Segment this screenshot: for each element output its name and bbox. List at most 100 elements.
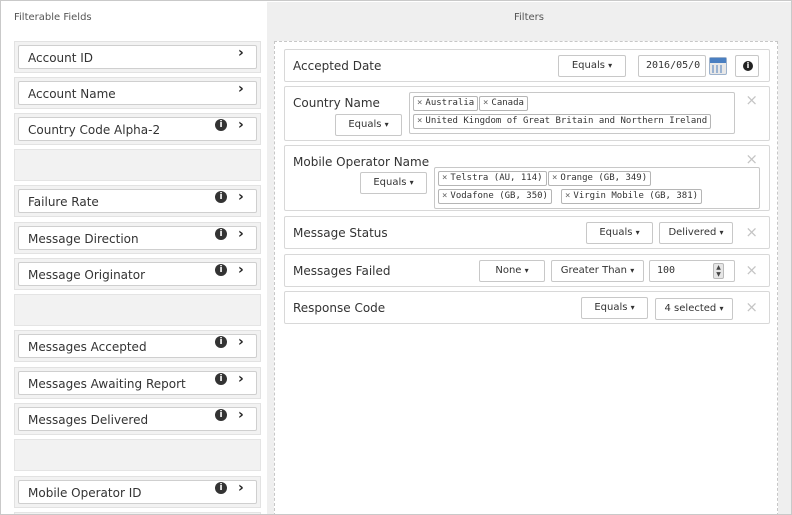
- info-icon: i: [743, 61, 753, 71]
- operator-dropdown[interactable]: Equals ▾: [581, 297, 648, 319]
- caret-down-icon: ▾: [409, 178, 414, 187]
- remove-tag-icon[interactable]: ×: [417, 116, 422, 126]
- operator-tag-box[interactable]: × Telstra (AU, 114) × Orange (GB, 349) × Vo…: [434, 167, 760, 209]
- field-messages-awaiting-report[interactable]: Messages Awaiting Report i ›: [14, 367, 261, 399]
- field-account-name[interactable]: Account Name ›: [14, 77, 261, 109]
- caret-down-icon: ▾: [524, 266, 529, 275]
- info-button[interactable]: i: [735, 55, 759, 77]
- spinner-arrows-icon[interactable]: ▲ ▼: [713, 263, 724, 279]
- chevron-right-icon[interactable]: ›: [238, 407, 250, 423]
- filter-response-code: Response Code Equals ▾ 4 selected ▾ ×: [284, 291, 770, 324]
- field-country-code-alpha-2[interactable]: Country Code Alpha-2 i ›: [14, 113, 261, 145]
- info-icon[interactable]: i: [215, 336, 227, 348]
- filter-name: Response Code: [293, 301, 386, 315]
- remove-filter-icon[interactable]: ×: [745, 300, 758, 315]
- chevron-right-icon[interactable]: ›: [238, 226, 250, 242]
- operator-label: Equals: [599, 227, 633, 238]
- remove-tag-icon[interactable]: ×: [483, 98, 488, 108]
- chevron-right-icon[interactable]: ›: [238, 117, 250, 133]
- caret-down-icon: ▾: [719, 228, 724, 237]
- field-placeholder: [14, 439, 261, 471]
- chevron-right-icon[interactable]: ›: [238, 334, 250, 350]
- field-label: Messages Accepted: [28, 340, 147, 354]
- filter-name: Messages Failed: [293, 264, 391, 278]
- tag-united-kingdom[interactable]: × United Kingdom of Great Britain and Nor…: [413, 114, 712, 129]
- operator-label: Greater Than: [560, 265, 627, 276]
- response-code-dropdown[interactable]: 4 selected ▾: [655, 298, 733, 320]
- filter-name: Mobile Operator Name: [293, 155, 430, 169]
- remove-filter-icon[interactable]: ×: [745, 225, 758, 240]
- operator-dropdown[interactable]: Equals ▾: [586, 222, 653, 244]
- field-label: Account Name: [28, 87, 116, 101]
- field-message-direction[interactable]: Message Direction i ›: [14, 222, 261, 254]
- tag-orange[interactable]: × Orange (GB, 349): [548, 171, 652, 186]
- field-placeholder: [14, 294, 261, 326]
- tag-canada[interactable]: × Canada: [479, 96, 528, 111]
- field-account-id[interactable]: Account ID ›: [14, 41, 261, 73]
- filter-message-status: Message Status Equals ▾ Delivered ▾ ×: [284, 216, 770, 249]
- field-message-originator[interactable]: Message Originator i ›: [14, 258, 261, 290]
- tag-telstra[interactable]: × Telstra (AU, 114): [438, 171, 547, 186]
- remove-filter-icon[interactable]: ×: [745, 152, 758, 167]
- remove-tag-icon[interactable]: ×: [565, 191, 570, 201]
- country-tag-box[interactable]: × Australia × Canada × United Kingdom of Gr…: [409, 92, 735, 134]
- filterable-fields-panel: Account ID › Account Name › Country Code…: [2, 34, 267, 514]
- date-input[interactable]: 2016/05/0: [638, 55, 706, 77]
- info-icon[interactable]: i: [215, 482, 227, 494]
- remove-tag-icon[interactable]: ×: [552, 173, 557, 183]
- operator-label: Equals: [571, 60, 605, 71]
- remove-tag-icon[interactable]: ×: [417, 98, 422, 108]
- remove-tag-icon[interactable]: ×: [442, 191, 447, 201]
- aggregate-label: None: [495, 265, 522, 276]
- field-label: Messages Awaiting Report: [28, 377, 186, 391]
- info-icon[interactable]: i: [215, 191, 227, 203]
- chevron-right-icon[interactable]: ›: [238, 371, 250, 387]
- operator-label: Equals: [594, 302, 628, 313]
- operator-dropdown[interactable]: Equals ▾: [558, 55, 626, 77]
- field-messages-delivered[interactable]: Messages Delivered i ›: [14, 403, 261, 435]
- tag-australia[interactable]: × Australia: [413, 96, 479, 111]
- info-icon[interactable]: i: [215, 409, 227, 421]
- field-mobile-operator-id[interactable]: Mobile Operator ID i ›: [14, 476, 261, 508]
- caret-down-icon: ▾: [635, 228, 640, 237]
- aggregate-dropdown[interactable]: None ▾: [479, 260, 545, 282]
- remove-tag-icon[interactable]: ×: [442, 173, 447, 183]
- caret-down-icon: ▾: [630, 303, 635, 312]
- tag-virgin-mobile[interactable]: × Virgin Mobile (GB, 381): [561, 189, 703, 204]
- filter-name: Country Name: [293, 96, 380, 110]
- tag-vodafone[interactable]: × Vodafone (GB, 350): [438, 189, 552, 204]
- filter-name: Accepted Date: [293, 59, 382, 73]
- caret-down-icon: ▾: [608, 61, 613, 70]
- info-icon[interactable]: i: [215, 228, 227, 240]
- field-label: Message Originator: [28, 268, 146, 282]
- field-messages-accepted[interactable]: Messages Accepted i ›: [14, 330, 261, 362]
- info-icon[interactable]: i: [215, 373, 227, 385]
- filterable-fields-header: Filterable Fields: [2, 2, 267, 34]
- chevron-right-icon[interactable]: ›: [238, 262, 250, 278]
- field-failure-rate[interactable]: Failure Rate i ›: [14, 185, 261, 217]
- filter-country-name: Country Name Equals ▾ × Australia × Canada…: [284, 86, 770, 141]
- caret-down-icon: ▾: [384, 120, 389, 129]
- field-label: Failure Rate: [28, 195, 99, 209]
- remove-filter-icon[interactable]: ×: [745, 93, 758, 108]
- operator-dropdown[interactable]: Equals ▾: [335, 114, 402, 136]
- info-icon[interactable]: i: [215, 264, 227, 276]
- tag-label: Virgin Mobile (GB, 381): [573, 191, 699, 201]
- filter-accepted-date: Accepted Date Equals ▾ 2016/05/0 i: [284, 49, 770, 82]
- status-dropdown[interactable]: Delivered ▾: [659, 222, 733, 244]
- field-label: Messages Delivered: [28, 413, 149, 427]
- remove-filter-icon[interactable]: ×: [745, 263, 758, 278]
- info-icon[interactable]: i: [215, 119, 227, 131]
- operator-dropdown[interactable]: Greater Than ▾: [551, 260, 644, 282]
- chevron-right-icon[interactable]: ›: [238, 81, 250, 97]
- calendar-icon[interactable]: [709, 57, 727, 75]
- chevron-right-icon[interactable]: ›: [238, 480, 250, 496]
- operator-label: Equals: [348, 119, 382, 130]
- operator-dropdown[interactable]: Equals ▾: [360, 172, 427, 194]
- field-label: Message Direction: [28, 232, 139, 246]
- filter-mobile-operator-name: Mobile Operator Name Equals ▾ × Telstra (…: [284, 145, 770, 211]
- filter-name: Message Status: [293, 226, 388, 240]
- chevron-right-icon[interactable]: ›: [238, 45, 250, 61]
- chevron-right-icon[interactable]: ›: [238, 189, 250, 205]
- caret-down-icon: ▾: [630, 266, 635, 275]
